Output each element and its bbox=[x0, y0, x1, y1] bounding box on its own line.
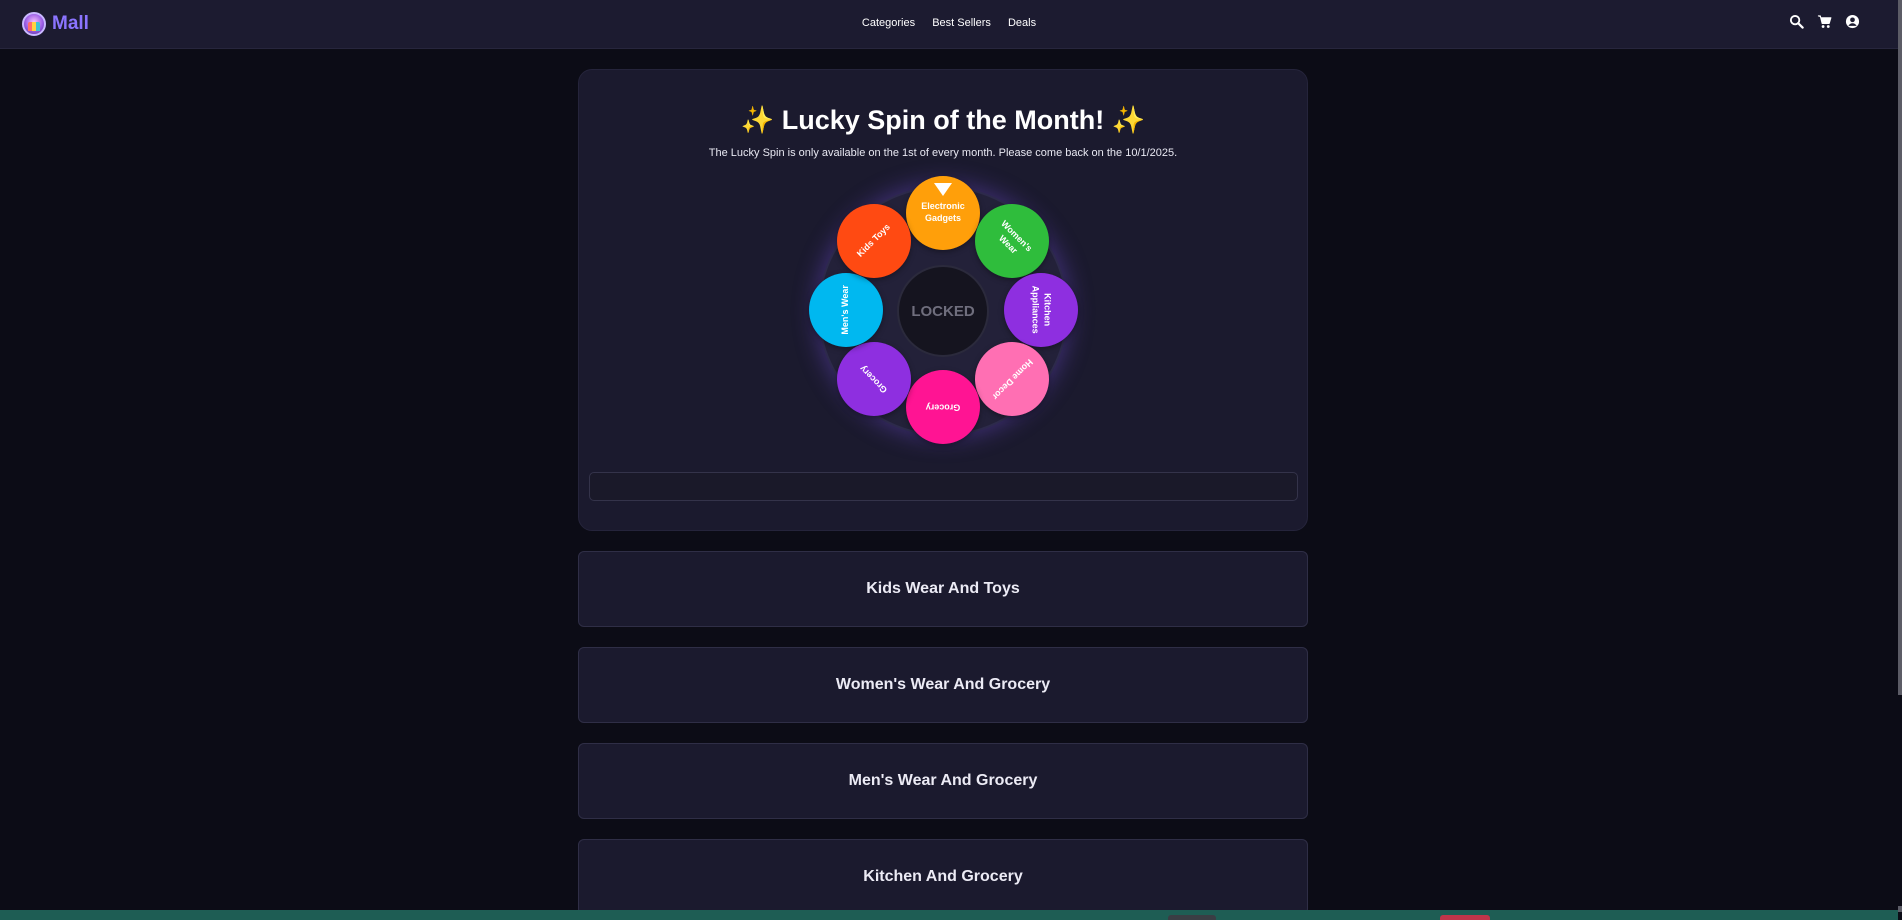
wheel-segment-label: Grocery bbox=[857, 363, 890, 396]
nav-icons bbox=[1789, 14, 1860, 29]
wheel-segment-kitchen-appliances: Kitchen Appliances bbox=[1004, 273, 1078, 347]
wheel-segment-kids-toys: Kids Toys bbox=[837, 204, 911, 278]
top-navbar: Mall Categories Best Sellers Deals bbox=[0, 0, 1898, 49]
category-title: Kids Wear And Toys bbox=[866, 580, 1020, 597]
wheel-segment-label: Home Decor bbox=[990, 357, 1035, 402]
category-title: Kitchen And Grocery bbox=[863, 868, 1023, 885]
search-icon[interactable] bbox=[1789, 14, 1804, 29]
category-title: Women's Wear And Grocery bbox=[835, 676, 1051, 693]
wheel-segment-label: Kids Toys bbox=[854, 221, 892, 259]
page-scrollbar[interactable] bbox=[1898, 0, 1902, 920]
wheel-segment-label: Kitchen Appliances bbox=[1031, 285, 1053, 334]
spin-center-button[interactable]: LOCKED bbox=[897, 265, 989, 357]
wheel-segment-grocery-left: Grocery bbox=[837, 342, 911, 416]
nav-links: Categories Best Sellers Deals bbox=[0, 17, 1898, 29]
wheel-pointer-icon bbox=[934, 183, 952, 196]
category-title: Men's Wear And Grocery bbox=[848, 772, 1038, 789]
spin-wheel[interactable]: Electronic Gadgets Women's Wear Kitchen … bbox=[808, 176, 1078, 446]
nav-link-deals[interactable]: Deals bbox=[1008, 17, 1036, 29]
category-card-kids-wear-and-toys[interactable]: Kids Wear And Toys bbox=[578, 551, 1308, 627]
wheel-segment-grocery-bottom: Grocery bbox=[906, 370, 980, 444]
lucky-spin-card: ✨ Lucky Spin of the Month! ✨ The Lucky S… bbox=[578, 69, 1308, 531]
scroll-down-arrow-icon[interactable] bbox=[1898, 906, 1902, 912]
wheel-segment-label: Electronic Gadgets bbox=[921, 201, 965, 223]
user-icon[interactable] bbox=[1845, 14, 1860, 29]
locked-label: LOCKED bbox=[911, 302, 975, 320]
scrollbar-thumb[interactable] bbox=[1898, 0, 1902, 695]
category-card-womens-wear-and-grocery[interactable]: Women's Wear And Grocery bbox=[578, 647, 1308, 723]
wheel-segment-label: Grocery bbox=[925, 402, 961, 413]
nav-link-categories[interactable]: Categories bbox=[862, 17, 915, 29]
wheel-segment-label: Men's Wear bbox=[840, 285, 851, 335]
taskbar-item[interactable] bbox=[1440, 915, 1490, 920]
taskbar-strip bbox=[0, 910, 1898, 920]
wheel-segment-home-decor: Home Decor bbox=[975, 342, 1049, 416]
taskbar-item[interactable] bbox=[1168, 915, 1216, 920]
spin-title: ✨ Lucky Spin of the Month! ✨ bbox=[740, 105, 1146, 135]
category-card-kitchen-and-grocery[interactable]: Kitchen And Grocery bbox=[578, 839, 1308, 915]
wheel-segment-mens-wear: Men's Wear bbox=[809, 273, 883, 347]
spin-result-box bbox=[589, 472, 1298, 501]
wheel-segment-label: Women's Wear bbox=[997, 218, 1035, 256]
spin-subtitle: The Lucky Spin is only available on the … bbox=[708, 147, 1178, 159]
category-card-mens-wear-and-grocery[interactable]: Men's Wear And Grocery bbox=[578, 743, 1308, 819]
nav-link-best-sellers[interactable]: Best Sellers bbox=[932, 17, 991, 29]
cart-icon[interactable] bbox=[1817, 14, 1832, 29]
wheel-segment-womens-wear: Women's Wear bbox=[975, 204, 1049, 278]
